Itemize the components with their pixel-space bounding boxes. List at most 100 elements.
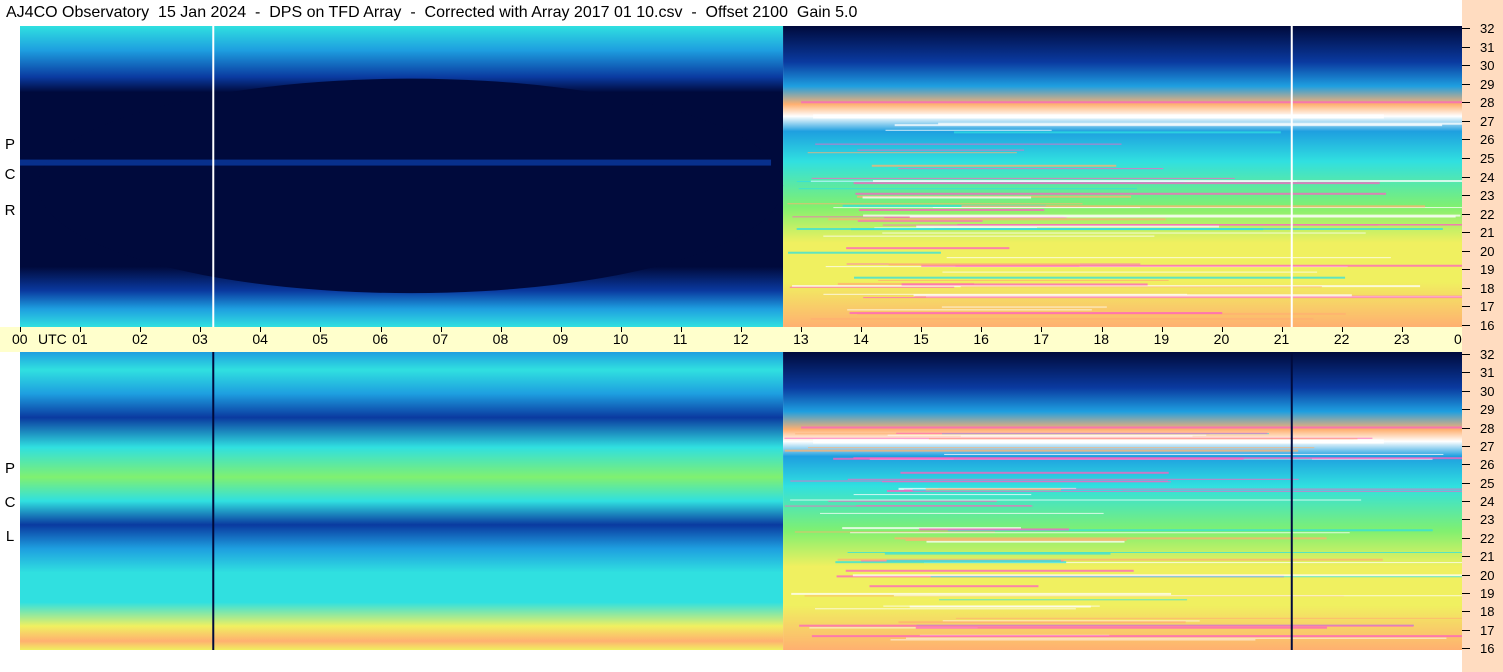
interference-streak xyxy=(823,235,1155,237)
interference-streak xyxy=(900,471,1169,474)
freq-tick xyxy=(1462,482,1470,484)
freq-tick xyxy=(1462,102,1470,104)
freq-tick-label: 25 xyxy=(1480,475,1495,491)
freq-tick-label: 28 xyxy=(1480,95,1495,111)
time-tick xyxy=(260,327,262,332)
freq-tick-label: 16 xyxy=(1480,641,1495,656)
interference-streak xyxy=(869,585,1039,588)
time-tick-label: 21 xyxy=(1273,331,1290,347)
time-tick xyxy=(320,327,322,332)
time-tick-label: 18 xyxy=(1093,331,1110,347)
interference-streak xyxy=(942,271,1318,273)
time-tick xyxy=(1041,327,1043,332)
interference-streak xyxy=(887,434,1207,436)
freq-tick-label: 18 xyxy=(1480,604,1495,620)
freq-tick xyxy=(1462,556,1470,558)
band-27mhz xyxy=(813,114,1384,119)
rcp-letter-r: P xyxy=(4,136,15,153)
interference-streak xyxy=(863,297,1462,299)
freq-tick-label: 26 xyxy=(1480,132,1495,148)
rcp-spectrogram-plot xyxy=(20,26,1462,327)
interference-streak xyxy=(850,532,1350,534)
time-tick-label: 15 xyxy=(913,331,929,347)
freq-tick-label: 22 xyxy=(1480,530,1495,546)
interference-streak xyxy=(819,512,1104,514)
interference-streak xyxy=(960,435,1193,437)
time-tick-label: 07 xyxy=(432,331,449,347)
interference-streak xyxy=(941,306,1107,308)
interference-streak xyxy=(784,449,1299,452)
interference-streak xyxy=(828,500,997,502)
interference-streak xyxy=(915,626,1328,629)
freq-tick xyxy=(1462,157,1470,159)
freq-tick xyxy=(1462,250,1470,252)
time-tick-label: 11 xyxy=(672,331,688,347)
freq-tick xyxy=(1462,372,1470,374)
band-28mhz xyxy=(801,101,1462,104)
interference-streak xyxy=(811,177,1235,179)
time-tick-label: 02 xyxy=(132,331,148,347)
interference-streak xyxy=(955,617,1462,619)
rcp-spectrogram xyxy=(20,26,1462,327)
freq-tick-label: 16 xyxy=(1480,318,1495,333)
freq-tick-label: 18 xyxy=(1480,280,1495,296)
freq-tick-label: 31 xyxy=(1480,365,1495,381)
interference-streak xyxy=(930,576,1462,578)
freq-tick-label: 20 xyxy=(1480,567,1495,583)
freq-tick-label: 21 xyxy=(1480,225,1495,241)
interference-streak xyxy=(862,196,1032,199)
time-tick xyxy=(560,327,562,332)
chart-title: AJ4CO Observatory 15 Jan 2024 - DPS on T… xyxy=(0,0,1462,26)
freq-tick-label: 27 xyxy=(1480,438,1495,454)
time-tick xyxy=(801,327,803,332)
freq-tick xyxy=(1462,65,1470,67)
interference-streak xyxy=(893,595,1462,597)
interference-streak xyxy=(790,499,1362,501)
freq-tick xyxy=(1462,354,1470,355)
time-tick xyxy=(440,327,442,332)
interference-streak xyxy=(807,447,1315,449)
interference-streak xyxy=(863,214,1461,217)
time-tick-label: 20 xyxy=(1213,331,1230,347)
freq-tick-label: 29 xyxy=(1480,76,1495,92)
freq-tick xyxy=(1462,574,1470,576)
time-tick xyxy=(500,327,502,332)
freq-tick-label: 17 xyxy=(1480,299,1495,315)
time-tick xyxy=(200,327,202,332)
freq-tick-label: 28 xyxy=(1480,420,1495,436)
interference-streak xyxy=(796,227,1443,230)
interference-streak xyxy=(905,637,1447,639)
lcp-letter-l: L xyxy=(5,528,15,545)
freq-tick-label: 32 xyxy=(1480,347,1495,362)
vertical-marker-1 xyxy=(1290,352,1293,650)
freq-tick-label: 20 xyxy=(1480,243,1495,259)
freq-tick xyxy=(1462,427,1470,429)
interference-streak xyxy=(828,218,1166,221)
time-tick-label: 10 xyxy=(612,331,629,347)
interference-streak xyxy=(799,624,1414,627)
band-28mhz xyxy=(801,426,1462,429)
freq-tick-label: 19 xyxy=(1480,262,1495,278)
freq-tick xyxy=(1462,139,1470,141)
interference-streak xyxy=(905,538,1127,541)
vertical-marker-0 xyxy=(212,26,215,327)
interference-streak xyxy=(896,432,1268,434)
interference-streak xyxy=(882,224,1462,226)
freq-tick-label: 32 xyxy=(1480,21,1495,36)
freq-tick-label: 21 xyxy=(1480,549,1495,565)
vertical-marker-1 xyxy=(1290,26,1293,327)
interference-streak xyxy=(857,149,1025,151)
time-tick xyxy=(1401,327,1403,332)
lcp-spectrogram-plot xyxy=(20,352,1462,650)
interference-streak xyxy=(855,192,1387,195)
dark-core xyxy=(38,78,784,294)
interference-streak xyxy=(939,599,1188,601)
time-tick-label: 23 xyxy=(1393,331,1410,347)
interference-streak xyxy=(847,478,1299,480)
vertical-marker-0 xyxy=(212,352,215,650)
interference-streak xyxy=(928,438,1358,440)
rcp-letter-c: C xyxy=(4,166,16,183)
time-tick xyxy=(861,327,863,332)
interference-streak xyxy=(919,528,1069,531)
time-tick-label: 03 xyxy=(192,331,208,347)
